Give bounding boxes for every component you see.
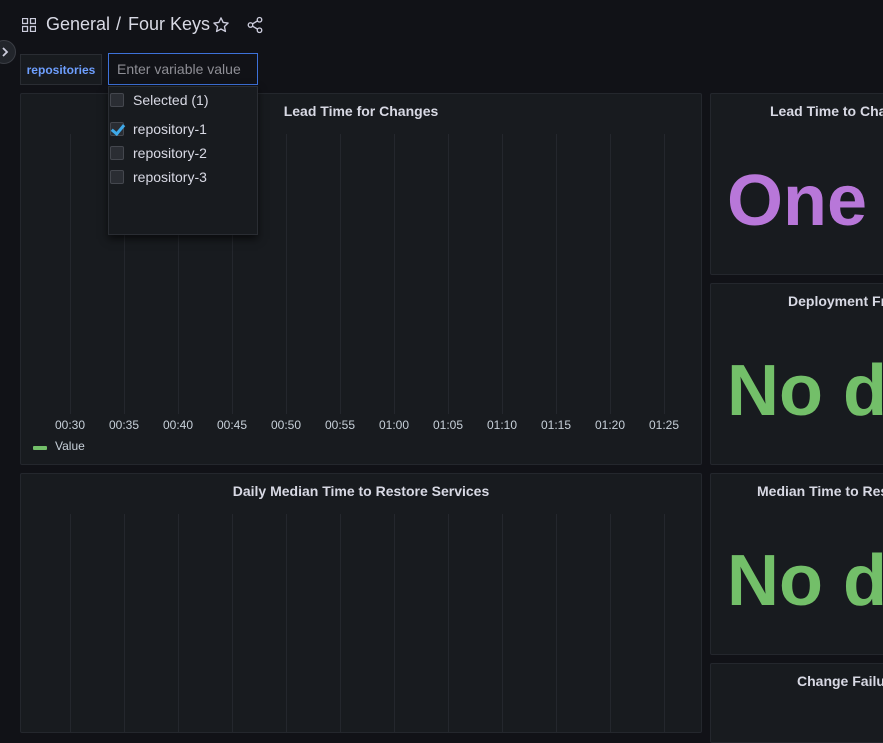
x-tick-label: 01:25 (648, 418, 680, 432)
grid-line (286, 134, 287, 414)
grid-line (502, 134, 503, 414)
checkbox-checked[interactable] (110, 122, 124, 136)
x-tick-label: 01:00 (378, 418, 410, 432)
x-tick-label: 00:50 (270, 418, 302, 432)
variable-label: repositories (20, 54, 102, 85)
checkbox[interactable] (110, 146, 124, 160)
grid-line (394, 134, 395, 414)
star-icon[interactable] (212, 16, 230, 34)
stat-value: One day (727, 161, 883, 241)
share-icon[interactable] (246, 16, 264, 34)
grid-line (664, 514, 665, 732)
select-all-option[interactable]: Selected (1) (109, 89, 257, 111)
x-tick-label: 01:20 (594, 418, 626, 432)
x-tick-label: 00:35 (108, 418, 140, 432)
grid-line (232, 514, 233, 732)
breadcrumb-folder[interactable]: General (46, 14, 110, 35)
legend-swatch (33, 446, 47, 450)
legend-item-value[interactable]: Value (55, 439, 85, 453)
apps-icon[interactable] (22, 18, 36, 32)
grid-line (448, 134, 449, 414)
panel-deployment-frequency: Deployment Frequency No data (710, 283, 883, 465)
grid-line (502, 514, 503, 732)
option-repository-3[interactable]: repository-3 (109, 166, 257, 188)
x-tick-label: 00:40 (162, 418, 194, 432)
grid-line (610, 134, 611, 414)
x-tick-label: 00:55 (324, 418, 356, 432)
variable-value-input[interactable] (108, 53, 258, 85)
panel-title[interactable]: Lead Time to Changes (770, 103, 883, 119)
top-bar: General / Four Keys (0, 0, 883, 50)
panel-title[interactable]: Deployment Frequency (788, 293, 883, 309)
grid-line (610, 514, 611, 732)
grid-line (340, 514, 341, 732)
breadcrumb-dashboard[interactable]: Four Keys (128, 14, 210, 35)
option-repository-1[interactable]: repository-1 (109, 118, 257, 140)
option-label: repository-3 (133, 169, 207, 185)
panel-lead-time-stat: Lead Time to Changes One day (710, 93, 883, 275)
grid-line (556, 514, 557, 732)
grid-line (340, 134, 341, 414)
option-label: repository-1 (133, 121, 207, 137)
option-repository-2[interactable]: repository-2 (109, 142, 257, 164)
breadcrumb-separator: / (116, 14, 122, 34)
variable-dropdown: Selected (1) repository-1 repository-2 rep… (108, 86, 258, 235)
checkbox[interactable] (110, 170, 124, 184)
x-tick-label: 01:15 (540, 418, 572, 432)
grid-line (178, 514, 179, 732)
panel-title[interactable]: Daily Median Time to Restore Services (21, 483, 701, 499)
x-tick-label: 00:45 (216, 418, 248, 432)
grid-line (124, 514, 125, 732)
sidebar-expand-button[interactable] (0, 40, 16, 64)
grid-line (70, 134, 71, 414)
chevron-right-icon (2, 47, 9, 57)
x-tick-label: 01:10 (486, 418, 518, 432)
option-label: repository-2 (133, 145, 207, 161)
x-tick-label: 01:05 (432, 418, 464, 432)
stat-value: No data (727, 351, 883, 431)
panel-change-failure: Change Failure Rate (710, 663, 883, 743)
panel-restore-stat: Median Time to Restore Services No data (710, 473, 883, 655)
grid-line (286, 514, 287, 732)
grid-line (394, 514, 395, 732)
stat-value: No data (727, 541, 883, 621)
panel-restore-chart: Daily Median Time to Restore Services (20, 473, 702, 733)
checkbox[interactable] (110, 93, 124, 107)
selected-count: Selected (1) (133, 92, 209, 108)
grid-line (664, 134, 665, 414)
grid-line (448, 514, 449, 732)
panel-title[interactable]: Median Time to Restore Services (757, 483, 883, 499)
grid-line (556, 134, 557, 414)
panel-title[interactable]: Change Failure Rate (797, 673, 883, 689)
grid-line (70, 514, 71, 732)
x-tick-label: 00:30 (54, 418, 86, 432)
